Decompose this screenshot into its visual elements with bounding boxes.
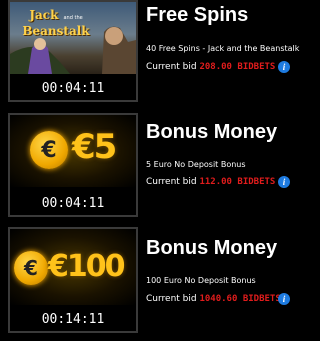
offer-thumbnail[interactable]: € €100 00:14:11 [8, 227, 138, 333]
thumb-title-line2: Beanstalk [22, 24, 90, 38]
thumb-title-small: and the [63, 15, 83, 21]
thumb-title-line1: Jack [29, 8, 59, 22]
offer-title[interactable]: Bonus Money [146, 121, 277, 144]
offer-title[interactable]: Free Spins [146, 4, 248, 27]
current-bid-value: 1040.60 BIDBETS [199, 294, 281, 304]
offer-description: 40 Free Spins - Jack and the Beanstalk [146, 44, 300, 53]
countdown-timer: 00:04:11 [41, 196, 105, 211]
info-icon[interactable]: i [278, 176, 290, 188]
info-icon[interactable]: i [278, 293, 290, 305]
current-bid-value: 208.00 BIDBETS [199, 62, 276, 72]
current-bid: Current bid 208.00 BIDBETS [146, 62, 275, 72]
current-bid-label: Current bid [146, 62, 197, 72]
bonus-amount: €100 [48, 249, 125, 284]
jack-beanstalk-image: Jack and the Beanstalk [10, 2, 136, 74]
euro-coin-image: € €100 [10, 229, 136, 305]
bonus-amount: €5 [72, 127, 117, 167]
offer-thumbnail[interactable]: Jack and the Beanstalk 00:04:11 [8, 0, 138, 102]
euro-coin-icon: € [30, 131, 68, 169]
current-bid: Current bid 1040.60 BIDBETS [146, 294, 281, 304]
current-bid: Current bid 112.00 BIDBETS [146, 177, 275, 187]
info-icon[interactable]: i [278, 61, 290, 73]
countdown-timer: 00:04:11 [41, 81, 105, 96]
offer-description: 100 Euro No Deposit Bonus [146, 276, 256, 285]
euro-coin-icon: € [14, 251, 48, 285]
offer-card-bonus-5[interactable]: € €5 00:04:11 Bonus Money 5 Euro No Depo… [0, 113, 300, 217]
coin-symbol: € [41, 137, 57, 163]
offer-card-bonus-100[interactable]: € €100 00:14:11 Bonus Money 100 Euro No … [0, 227, 300, 333]
offer-thumbnail[interactable]: € €5 00:04:11 [8, 113, 138, 217]
current-bid-label: Current bid [146, 294, 197, 304]
coin-symbol: € [24, 256, 38, 280]
euro-coin-image: € €5 [10, 115, 136, 187]
countdown-timer: 00:14:11 [41, 312, 105, 327]
offer-card-free-spins[interactable]: Jack and the Beanstalk 00:04:11 Free Spi… [0, 0, 300, 102]
current-bid-label: Current bid [146, 177, 197, 187]
offer-description: 5 Euro No Deposit Bonus [146, 160, 246, 169]
current-bid-value: 112.00 BIDBETS [199, 177, 276, 187]
offer-title[interactable]: Bonus Money [146, 237, 277, 260]
